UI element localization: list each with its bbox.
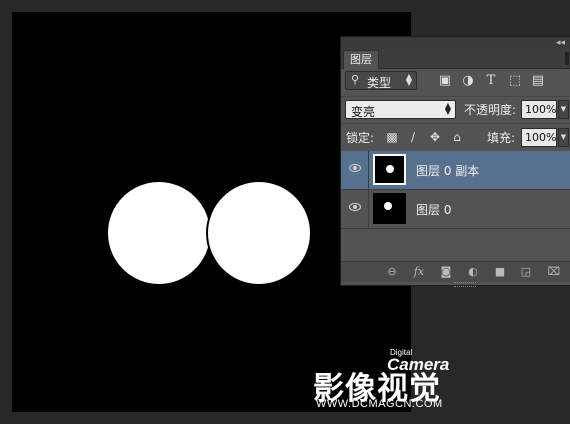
visibility-toggle[interactable]	[341, 190, 369, 228]
lock-move-icon[interactable]: ✥	[428, 130, 442, 144]
magnifier-icon: ⚲	[351, 73, 360, 86]
visibility-toggle[interactable]	[341, 151, 369, 189]
panel-title-bar[interactable]: ◂◂	[341, 37, 570, 49]
select-arrows-icon: ▲ ▼	[444, 101, 451, 116]
image-filter-icon[interactable]: ▣	[437, 73, 453, 89]
type-filter-icon[interactable]: T	[483, 73, 499, 89]
tab-layers[interactable]: 图层	[343, 50, 379, 69]
lock-all-icon[interactable]: ⌂	[450, 130, 464, 144]
lock-brush-icon[interactable]: ∕	[406, 130, 420, 144]
lock-row: 锁定: ▩ ∕ ✥ ⌂ 填充: 100% ▼	[341, 123, 570, 152]
layer-name[interactable]: 图层 0	[416, 201, 451, 218]
adjustment-icon[interactable]: ◐	[465, 264, 481, 280]
layers-panel: ◂◂ 图层 ⚲ 类型 ▲ ▼ ▣ ◑ T ⬚ ▤ 变亮 ▲ ▼ 不透明度: 100%…	[340, 36, 570, 287]
eye-icon	[349, 203, 361, 211]
blend-row: 变亮 ▲ ▼ 不透明度: 100% ▼	[341, 96, 570, 123]
layer-thumbnail	[373, 193, 406, 224]
layers-list: 图层 0 副本 图层 0	[341, 151, 570, 261]
adjustment-filter-icon[interactable]: ◑	[460, 73, 476, 89]
layer-name[interactable]: 图层 0 副本	[416, 162, 479, 179]
panel-menu-icon[interactable]	[565, 52, 569, 65]
opacity-dropdown-icon[interactable]: ▼	[558, 100, 569, 119]
lock-pixels-icon[interactable]: ▩	[385, 130, 399, 144]
layer-row[interactable]: 图层 0	[341, 190, 570, 229]
left-white-circle	[108, 182, 210, 284]
opacity-label: 不透明度:	[464, 103, 517, 117]
watermark-logo: 影像视觉 Digital Camera WWW.DCMAGCN.COM	[313, 348, 453, 415]
filter-kind-label: 类型	[367, 76, 392, 90]
layers-bottom-bar: ⊖ fx ◙ ◐ ■ ◲ ⌧	[341, 261, 570, 282]
right-white-circle	[208, 182, 310, 284]
mask-icon[interactable]: ◙	[438, 264, 454, 280]
layer-thumbnail	[373, 154, 406, 185]
filter-kind-select[interactable]: ⚲ 类型 ▲ ▼	[345, 71, 417, 90]
thumbnail-dot	[386, 165, 394, 173]
new-layer-icon[interactable]: ◲	[518, 264, 534, 280]
eye-icon	[349, 164, 361, 172]
smart-object-filter-icon[interactable]: ▤	[530, 73, 546, 89]
opacity-input[interactable]: 100%	[521, 100, 557, 119]
link-icon[interactable]: ⊖	[384, 264, 400, 280]
panel-tab-row: 图层	[341, 49, 570, 69]
shape-filter-icon[interactable]: ⬚	[507, 73, 523, 89]
fx-icon[interactable]: fx	[411, 264, 427, 280]
thumbnail-dot	[384, 202, 392, 210]
collapse-icon[interactable]: ◂◂	[556, 38, 565, 48]
folder-icon[interactable]: ■	[492, 264, 508, 280]
fill-dropdown-icon[interactable]: ▼	[558, 128, 569, 147]
layer-row[interactable]: 图层 0 副本	[341, 151, 570, 190]
layer-filter-row: ⚲ 类型 ▲ ▼ ▣ ◑ T ⬚ ▤	[341, 69, 570, 95]
fill-input[interactable]: 100%	[521, 128, 557, 147]
fill-label: 填充:	[487, 131, 516, 145]
blend-mode-select[interactable]: 变亮 ▲ ▼	[345, 100, 456, 119]
watermark-url: WWW.DCMAGCN.COM	[316, 398, 443, 410]
blend-mode-value: 变亮	[351, 105, 376, 119]
trash-icon[interactable]: ⌧	[546, 264, 562, 280]
resize-grip-icon[interactable]	[454, 282, 476, 287]
select-arrows-icon: ▲ ▼	[405, 72, 412, 87]
watermark-camera: Camera	[387, 355, 450, 374]
lock-label: 锁定:	[346, 131, 375, 145]
